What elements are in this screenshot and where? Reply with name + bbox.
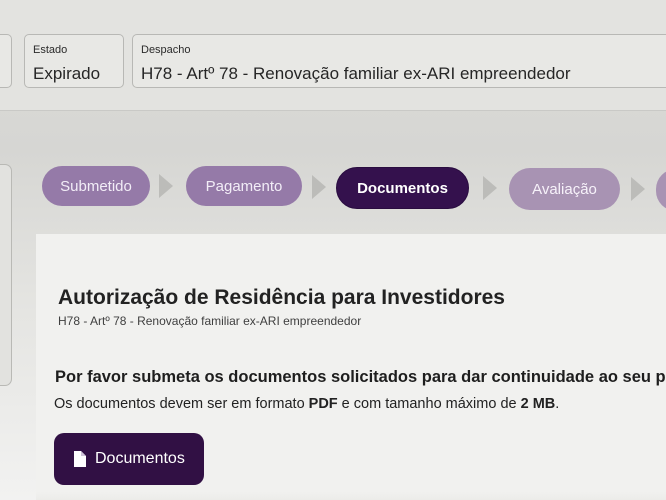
step-documentos-current[interactable]: Documentos bbox=[336, 167, 469, 209]
next-step-partial[interactable] bbox=[656, 169, 666, 211]
chevron-right-icon bbox=[159, 174, 173, 198]
document-instruction: Por favor submeta os documentos solicita… bbox=[55, 368, 666, 386]
despacho-label: Despacho bbox=[141, 44, 191, 56]
truncated-summary-field bbox=[0, 34, 12, 88]
despacho-field: Despacho H78 - Artº 78 - Renovação famil… bbox=[132, 34, 666, 88]
estado-value: Expirado bbox=[33, 64, 101, 83]
requirements-middle: e com tamanho máximo de bbox=[337, 396, 521, 412]
step-avaliacao[interactable]: Avaliação bbox=[509, 168, 620, 210]
required-file-format: PDF bbox=[308, 396, 338, 412]
content-bottom-edge bbox=[36, 492, 666, 500]
chevron-right-icon bbox=[483, 176, 497, 200]
application-screen: Estado Expirado Despacho H78 - Artº 78 -… bbox=[0, 0, 666, 500]
step-submetido[interactable]: Submetido bbox=[42, 166, 150, 206]
requirements-suffix: . bbox=[555, 396, 560, 412]
requirements-prefix: Os documentos devem ser em formato bbox=[54, 396, 309, 412]
maximum-file-size: 2 MB bbox=[520, 396, 556, 412]
page-title: Autorização de Residência para Investido… bbox=[58, 286, 505, 310]
file-requirements: Os documentos devem ser em formato PDF e… bbox=[54, 396, 666, 412]
documents-button[interactable]: Documentos bbox=[54, 433, 204, 485]
step-pagamento[interactable]: Pagamento bbox=[186, 166, 302, 206]
documents-button-label: Documentos bbox=[95, 450, 185, 467]
document-icon bbox=[74, 451, 86, 467]
process-stepper: Submetido Pagamento Documentos Avaliação bbox=[0, 162, 666, 216]
chevron-right-icon bbox=[631, 177, 645, 201]
estado-label: Estado bbox=[33, 44, 68, 56]
estado-field: Estado Expirado bbox=[24, 34, 124, 88]
dispatch-subtitle: H78 - Artº 78 - Renovação familiar ex-AR… bbox=[58, 314, 362, 328]
chevron-right-icon bbox=[312, 175, 326, 199]
despacho-value: H78 - Artº 78 - Renovação familiar ex-AR… bbox=[141, 64, 571, 83]
process-summary-bar: Estado Expirado Despacho H78 - Artº 78 -… bbox=[0, 0, 666, 111]
